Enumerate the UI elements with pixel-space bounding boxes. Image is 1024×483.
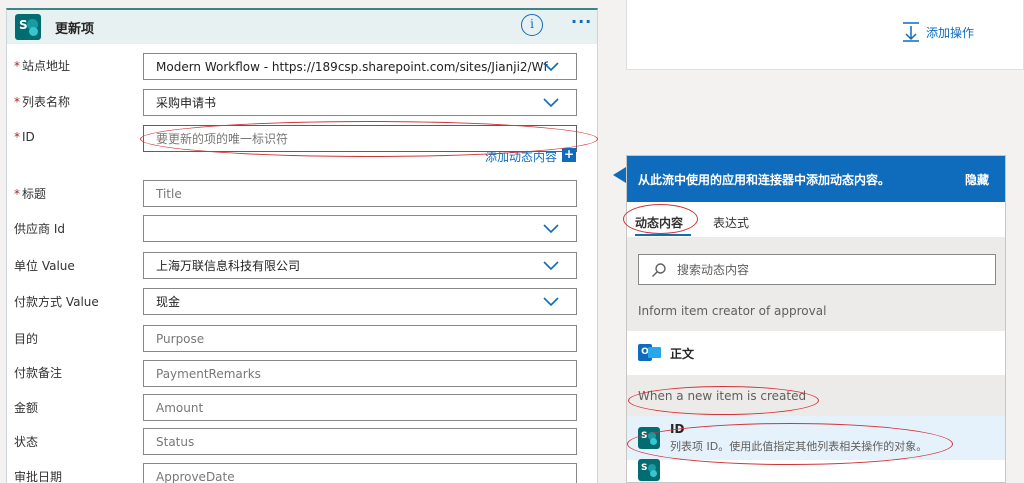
chevron-down-icon <box>543 62 559 72</box>
dynamic-content-panel: 从此流中使用的应用和连接器中添加动态内容。 隐藏 动态内容 表达式 搜索动态内容… <box>626 155 1006 483</box>
section-header: Inform item creator of approval <box>627 290 1005 331</box>
dynamic-content-header: 从此流中使用的应用和连接器中添加动态内容。 隐藏 <box>627 156 1005 202</box>
sharepoint-icon: S <box>638 459 660 481</box>
list-item-title: ID <box>670 422 685 436</box>
list-item-description: 列表项 ID。使用此值指定其他列表相关操作的对象。 <box>670 440 928 453</box>
outlook-icon: O <box>638 342 662 364</box>
field-label-purpose: 目的 <box>14 332 39 346</box>
payment-remarks-input[interactable]: PaymentRemarks <box>143 360 577 387</box>
field-label-title: * 标题 <box>14 187 47 201</box>
add-action-button[interactable]: 添加操作 <box>902 22 974 42</box>
field-label-site-address: * 站点地址 <box>14 59 71 73</box>
active-tab-indicator <box>635 234 691 236</box>
approve-date-input[interactable]: ApproveDate <box>143 463 577 483</box>
card-header[interactable]: S 更新项 i ··· <box>7 10 597 44</box>
payment-method-dropdown[interactable]: 现金 <box>143 288 577 315</box>
field-label-id: * ID <box>14 130 35 144</box>
field-label-list-name: * 列表名称 <box>14 95 71 109</box>
field-label-amount: 金额 <box>14 401 39 415</box>
field-label-unit-value: 单位 Value <box>14 259 75 273</box>
sharepoint-icon: S <box>638 427 660 449</box>
purpose-input[interactable]: Purpose <box>143 325 577 352</box>
supplier-id-dropdown[interactable] <box>143 215 577 242</box>
title-input[interactable]: Title <box>143 180 577 207</box>
chevron-down-icon <box>543 224 559 234</box>
list-item-title: 正文 <box>670 346 695 361</box>
list-item-next[interactable]: S <box>627 459 1005 481</box>
search-icon <box>652 262 666 277</box>
add-dynamic-content-link[interactable]: 添加动态内容 <box>485 148 557 165</box>
dynamic-content-tabs: 动态内容 表达式 <box>627 202 1005 237</box>
add-action-icon <box>903 22 919 42</box>
info-icon[interactable]: i <box>521 14 543 36</box>
chevron-down-icon <box>543 261 559 271</box>
field-label-supplier-id: 供应商 Id <box>14 222 65 236</box>
search-dynamic-content-input[interactable]: 搜索动态内容 <box>638 254 996 285</box>
flyout-pointer <box>613 167 626 183</box>
field-label-payment-method: 付款方式 Value <box>14 295 99 309</box>
status-input[interactable]: Status <box>143 428 577 455</box>
list-item-id[interactable]: S ID 列表项 ID。使用此值指定其他列表相关操作的对象。 <box>627 416 1005 460</box>
amount-input[interactable]: Amount <box>143 394 577 421</box>
hide-button[interactable]: 隐藏 <box>965 171 989 188</box>
list-name-dropdown[interactable]: 采购申请书 <box>143 89 577 116</box>
field-label-approve-date: 审批日期 <box>14 470 63 483</box>
chevron-down-icon <box>543 98 559 108</box>
more-options-icon[interactable]: ··· <box>571 12 592 31</box>
card-title: 更新项 <box>55 21 95 37</box>
site-address-dropdown[interactable]: Modern Workflow - https://189csp.sharepo… <box>143 53 577 80</box>
add-dynamic-content-plus-icon[interactable]: + <box>562 148 576 162</box>
tab-expression[interactable]: 表达式 <box>713 214 749 231</box>
list-item-body[interactable]: O 正文 <box>627 331 1005 375</box>
unit-value-dropdown[interactable]: 上海万联信息科技有限公司 <box>143 252 577 279</box>
field-label-status: 状态 <box>14 435 39 449</box>
section-header: When a new item is created <box>627 375 1005 416</box>
search-area: 搜索动态内容 <box>627 237 1005 290</box>
sharepoint-icon: S <box>15 14 41 40</box>
field-label-payment-remarks: 付款备注 <box>14 366 63 380</box>
tab-dynamic-content[interactable]: 动态内容 <box>635 214 683 231</box>
chevron-down-icon <box>543 297 559 307</box>
